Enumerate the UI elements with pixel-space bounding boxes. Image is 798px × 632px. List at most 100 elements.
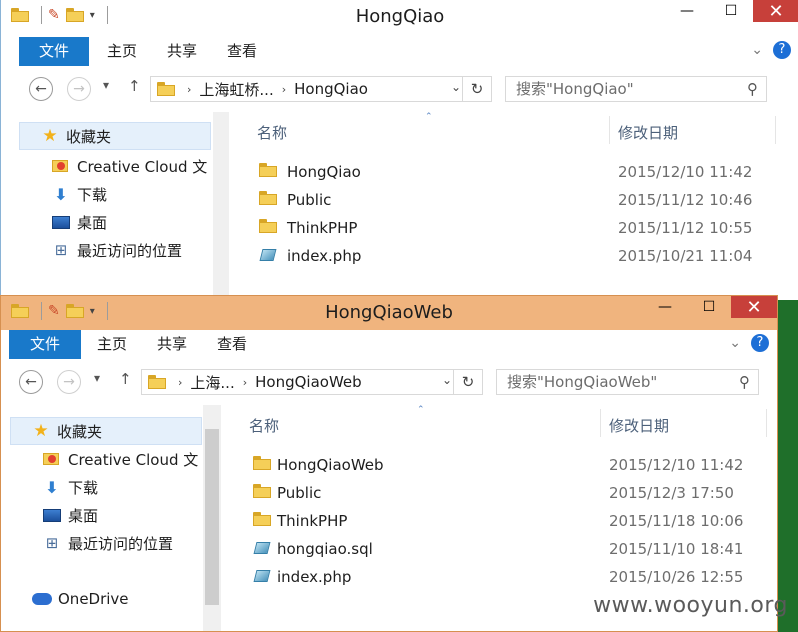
recent-locations-icon[interactable]: ▾ [103,78,109,92]
file-date: 2015/10/26 12:55 [609,568,744,586]
explorer-window-hongqiaoweb[interactable]: ✎ ▾ HongQiaoWeb — ☐ ✕ 文件 主页 共享 查看 ⌄ ? ← … [0,295,778,632]
column-name-header[interactable]: 名称 [257,122,287,143]
file-date: 2015/11/12 10:55 [618,219,753,237]
sidebar-item-downloads[interactable]: ⬇ 下载 [51,180,107,208]
file-row[interactable]: index.php 2015/10/21 11:04 [229,242,798,270]
minimize-button[interactable]: — [643,296,687,318]
sidebar-item-label: 下载 [77,185,108,204]
help-icon[interactable]: ? [773,41,791,59]
chevron-right-icon[interactable]: › [243,376,247,389]
tab-file[interactable]: 文件 [19,37,89,66]
tab-view[interactable]: 查看 [217,37,267,66]
up-button[interactable]: ↑ [119,370,132,388]
back-button[interactable]: ← [29,77,53,101]
column-divider[interactable] [609,116,610,144]
window-controls: — ☐ ✕ [665,0,798,22]
refresh-button[interactable]: ↻ [462,77,491,101]
nav-scrollbar[interactable] [203,405,221,631]
maximize-button[interactable]: ☐ [687,296,731,318]
search-input[interactable]: 搜索"HongQiaoWeb" ⚲ [496,369,759,395]
back-button[interactable]: ← [19,370,43,394]
chevron-right-icon[interactable]: › [282,83,286,96]
column-date-header[interactable]: 修改日期 [618,122,678,143]
refresh-button[interactable]: ↻ [453,370,482,394]
tab-home[interactable]: 主页 [97,37,147,66]
chevron-down-icon[interactable]: ⌄ [442,373,452,387]
column-divider[interactable] [766,409,767,437]
creative-cloud-folder-icon [42,450,62,468]
title-bar[interactable]: ✎ ▾ HongQiao — ☐ ✕ [1,0,798,34]
up-button[interactable]: ↑ [128,77,141,95]
file-date: 2015/12/3 17:50 [609,484,734,502]
sidebar-item-desktop[interactable]: 桌面 [51,208,107,236]
tab-home[interactable]: 主页 [87,330,137,359]
sidebar-item-recent-places[interactable]: ⊞ 最近访问的位置 [51,236,182,264]
chevron-right-icon[interactable]: › [187,83,191,96]
sidebar-item-desktop[interactable]: 桌面 [42,501,98,529]
file-row[interactable]: ThinkPHP 2015/11/18 10:06 [223,507,777,535]
chevron-right-icon[interactable]: › [178,376,182,389]
breadcrumb-current[interactable]: HongQiaoWeb [255,373,362,391]
expand-ribbon-icon[interactable]: ⌄ [751,42,763,58]
column-name-header[interactable]: 名称 [249,415,279,436]
chevron-down-icon[interactable]: ⌄ [451,80,461,94]
expand-ribbon-icon[interactable]: ⌄ [729,335,741,351]
ribbon-right-controls: ⌄ ? [729,334,769,352]
sidebar-item-recent-places[interactable]: ⊞ 最近访问的位置 [42,529,173,557]
file-name: index.php [287,247,362,265]
minimize-button[interactable]: — [665,0,709,22]
folder-icon [253,456,273,474]
column-divider[interactable] [600,409,601,437]
file-row[interactable]: ThinkPHP 2015/11/12 10:55 [229,214,798,242]
explorer-window-hongqiao[interactable]: ✎ ▾ HongQiao — ☐ ✕ 文件 主页 共享 查看 ⌄ ? ← → ▾… [0,0,798,300]
desktop-icon [51,213,71,231]
breadcrumb-current[interactable]: HongQiao [294,80,368,98]
scrollbar-thumb[interactable] [205,429,219,605]
close-button[interactable]: ✕ [731,296,777,318]
file-row[interactable]: hongqiao.sql 2015/11/10 18:41 [223,535,777,563]
forward-button[interactable]: → [67,77,91,101]
sidebar-item-favorites[interactable]: ★ 收藏夹 [19,122,211,150]
folder-icon [157,82,175,96]
sidebar-item-creative-cloud[interactable]: Creative Cloud 文 [51,152,207,180]
file-row[interactable]: HongQiao 2015/12/10 11:42 [229,158,798,186]
file-name: HongQiao [287,163,361,181]
sidebar-item-creative-cloud[interactable]: Creative Cloud 文 [42,445,198,473]
file-row[interactable]: Public 2015/11/12 10:46 [229,186,798,214]
file-row[interactable]: index.php 2015/10/26 12:55 [223,563,777,591]
close-button[interactable]: ✕ [753,0,798,22]
php-file-icon [253,568,273,586]
file-row[interactable]: Public 2015/12/3 17:50 [223,479,777,507]
file-name: hongqiao.sql [277,540,373,558]
forward-button[interactable]: → [57,370,81,394]
tab-view[interactable]: 查看 [207,330,257,359]
help-icon[interactable]: ? [751,334,769,352]
column-divider[interactable] [775,116,776,144]
address-bar-row: ← → ▾ ↑ › 上海虹桥... › HongQiao ⌄ ↻ 搜索"Hong… [1,66,798,112]
address-path[interactable]: › 上海... › HongQiaoWeb ⌄ ↻ [141,369,483,395]
tab-file[interactable]: 文件 [9,330,81,359]
column-date-header[interactable]: 修改日期 [609,415,669,436]
onedrive-icon [32,590,52,608]
nav-scrollbar[interactable] [213,112,229,300]
breadcrumb-parent[interactable]: 上海虹桥... [199,79,273,100]
search-icon[interactable]: ⚲ [739,370,750,394]
address-path[interactable]: › 上海虹桥... › HongQiao ⌄ ↻ [150,76,492,102]
watermark: www.wooyun.org [593,593,788,618]
sidebar-item-favorites[interactable]: ★ 收藏夹 [10,417,202,445]
title-bar[interactable]: ✎ ▾ HongQiaoWeb — ☐ ✕ [1,296,777,330]
search-icon[interactable]: ⚲ [747,77,758,101]
sidebar-item-label: 桌面 [77,213,108,232]
tab-share[interactable]: 共享 [147,330,197,359]
creative-cloud-folder-icon [51,157,71,175]
sidebar-item-downloads[interactable]: ⬇ 下载 [42,473,98,501]
ribbon-tabs: 文件 主页 共享 查看 ⌄ ? [1,330,777,360]
maximize-button[interactable]: ☐ [709,0,753,22]
search-input[interactable]: 搜索"HongQiao" ⚲ [505,76,767,102]
recent-locations-icon[interactable]: ▾ [94,371,100,385]
sidebar-item-onedrive[interactable]: OneDrive [32,585,129,613]
file-list-pane: ⌃ 名称 修改日期 HongQiao 2015/12/10 11:42 Publ… [229,112,798,300]
file-row[interactable]: HongQiaoWeb 2015/12/10 11:42 [223,451,777,479]
tab-share[interactable]: 共享 [157,37,207,66]
breadcrumb-parent[interactable]: 上海... [190,372,234,393]
